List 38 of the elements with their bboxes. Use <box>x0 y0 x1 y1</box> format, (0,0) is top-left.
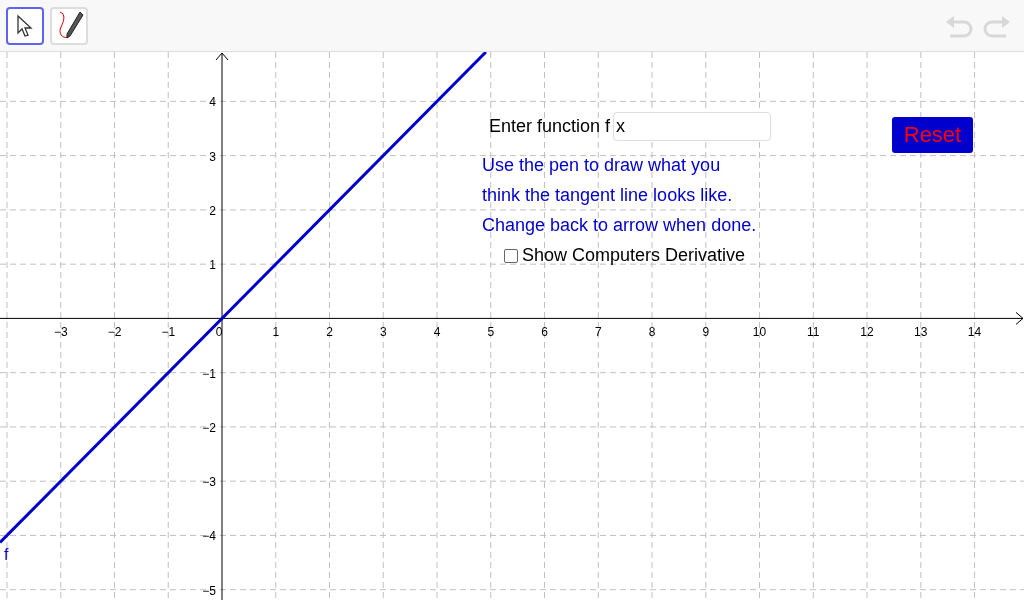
x-tick-label: 10 <box>752 325 767 340</box>
x-tick-label: 5 <box>487 325 495 340</box>
y-tick-label: 3 <box>209 149 216 164</box>
y-tick-label: −4 <box>202 529 216 544</box>
x-tick-label: 8 <box>648 325 656 340</box>
x-tick-label: 3 <box>379 325 387 340</box>
x-tick-label: 11 <box>807 325 820 340</box>
y-tick-label: −2 <box>202 420 216 435</box>
instruction-text: Use the pen to draw what you <box>482 154 722 177</box>
input-label: Enter function f <box>489 116 611 137</box>
x-tick-label: 12 <box>860 325 874 340</box>
checkbox[interactable] <box>504 248 518 263</box>
function-label: f <box>4 546 9 564</box>
pen-tool-button[interactable] <box>50 6 88 45</box>
y-tick-label: −1 <box>202 366 216 381</box>
x-tick-label: 0 <box>215 325 223 340</box>
x-tick-label: 7 <box>594 325 602 340</box>
instruction-text: think the tangent line looks like. <box>482 184 734 207</box>
y-tick-label: 2 <box>209 203 216 218</box>
x-tick-label: −2 <box>107 325 122 340</box>
x-tick-label: 9 <box>702 325 710 340</box>
y-tick-label: 1 <box>209 258 216 273</box>
instruction-text: Change back to arrow when done. <box>482 214 757 237</box>
checkbox-label: Show Computers Derivative <box>522 245 746 266</box>
x-tick-label: 1 <box>272 325 280 340</box>
arrow-tool-button[interactable] <box>6 6 44 45</box>
y-tick-label: −3 <box>202 475 216 490</box>
x-tick-label: −1 <box>161 325 176 340</box>
x-tick-label: 13 <box>914 325 928 340</box>
x-tick-label: 6 <box>541 325 548 340</box>
function-input-field[interactable]: x <box>613 112 772 141</box>
y-tick-label: −5 <box>202 583 216 598</box>
y-tick-label: 4 <box>209 95 216 110</box>
cursor-icon <box>15 13 35 38</box>
x-tick-label: 4 <box>433 325 441 340</box>
x-tick-label: −3 <box>53 325 68 340</box>
x-tick-label: 2 <box>326 325 333 340</box>
x-tick-label: 14 <box>967 325 982 340</box>
